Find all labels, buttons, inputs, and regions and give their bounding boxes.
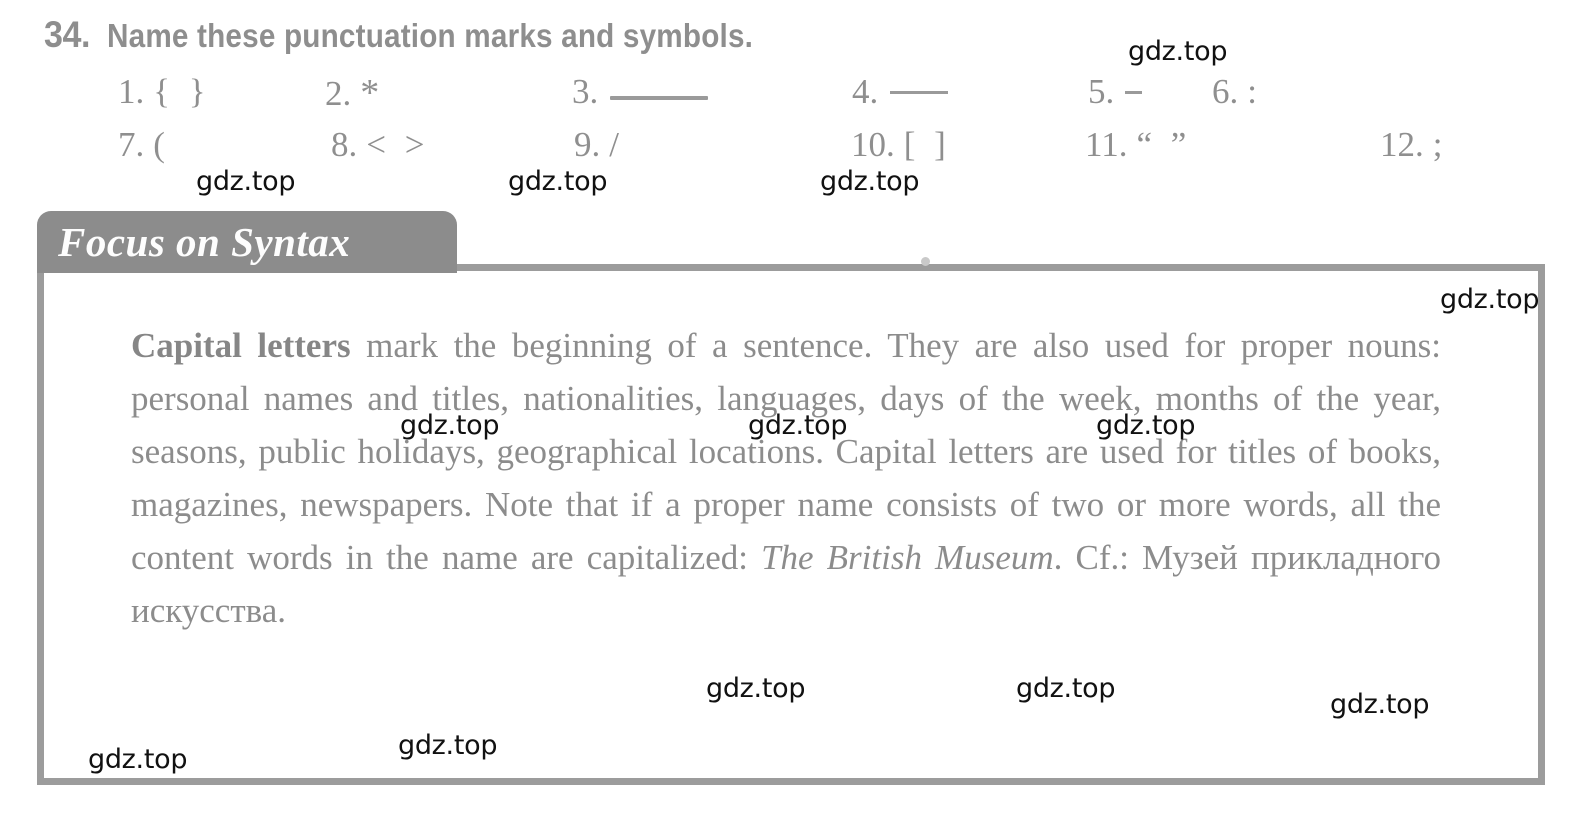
watermark-label: gdz.top [88,744,188,775]
exercise-number: 34. [44,14,90,55]
symbol-glyph-quotation-marks: “ ” [1136,125,1192,164]
watermark-label: gdz.top [1128,36,1228,67]
symbol-label: 2. [325,74,352,113]
watermark-label: gdz.top [1096,410,1196,441]
symbol-item-curly-braces: 1.{ } [118,74,211,109]
symbol-item-slash: 9. / [574,127,619,162]
watermark-label: gdz.top [1016,673,1116,704]
symbol-item-quotation-marks: 11. “ ” [1085,127,1191,162]
symbol-label: 9. [574,125,601,164]
symbol-glyph-angle-brackets: < > [366,125,430,164]
symbol-label: 8. [331,125,358,164]
symbol-label: 7. [118,125,145,164]
symbol-item-colon: 6.: [1212,74,1257,109]
symbol-item-asterisk: 2. * [325,74,379,112]
symbol-label: 12. [1380,125,1424,164]
symbol-glyph-square-brackets: [ ] [903,125,951,164]
exercise-title: Name these punctuation marks and symbols… [106,17,754,54]
watermark-label: gdz.top [400,410,500,441]
symbol-item-square-brackets: 10.[ ] [851,127,951,162]
symbol-label: 1. [118,72,145,111]
symbol-glyph-curly-braces: { } [153,72,211,111]
watermark-label: gdz.top [1330,689,1430,720]
watermark-label: gdz.top [508,166,608,197]
hyphen-icon [1125,91,1143,94]
watermark-label: gdz.top [748,410,848,441]
symbol-item-hyphen: 5. [1088,72,1143,111]
focus-on-syntax-body-text: Capital letters mark the beginning of a … [131,326,1450,630]
symbol-item-underscore-rule: 3. [572,72,709,111]
symbol-label: 5. [1088,72,1115,111]
symbol-glyph-semicolon: ; [1432,125,1443,164]
symbol-label: 11. [1085,125,1128,164]
focus-on-syntax-tab-label: Focus on Syntax [58,219,351,265]
symbol-item-angle-brackets: 8. < > [331,127,429,162]
symbol-glyph-parenthesis: ( [153,125,165,164]
exercise-heading: 34. Name these punctuation marks and sym… [44,14,825,56]
symbol-glyph-colon: : [1247,72,1257,111]
symbol-glyph-slash: / [609,125,619,164]
focus-on-syntax-tab: Focus on Syntax [37,211,457,273]
symbol-label: 4. [852,72,879,111]
symbol-label: 6. [1212,72,1239,111]
symbol-label: 10. [851,125,895,164]
box-dot-artifact [921,257,930,266]
symbol-label: 3. [572,72,599,111]
watermark-label: gdz.top [706,673,806,704]
focus-on-syntax-box: Capital letters mark the beginning of a … [37,264,1545,785]
symbol-glyph-asterisk: * [360,72,380,114]
symbol-item-parenthesis: 7.( [118,127,165,162]
watermark-label: gdz.top [398,730,498,761]
watermark-label: gdz.top [820,166,920,197]
symbol-item-semicolon: 12.; [1380,127,1442,162]
watermark-label: gdz.top [1440,284,1540,315]
em-dash-icon [890,91,949,94]
underscore-rule-icon [610,96,709,100]
watermark-label: gdz.top [196,166,296,197]
symbol-item-em-dash: 4. [852,72,949,111]
